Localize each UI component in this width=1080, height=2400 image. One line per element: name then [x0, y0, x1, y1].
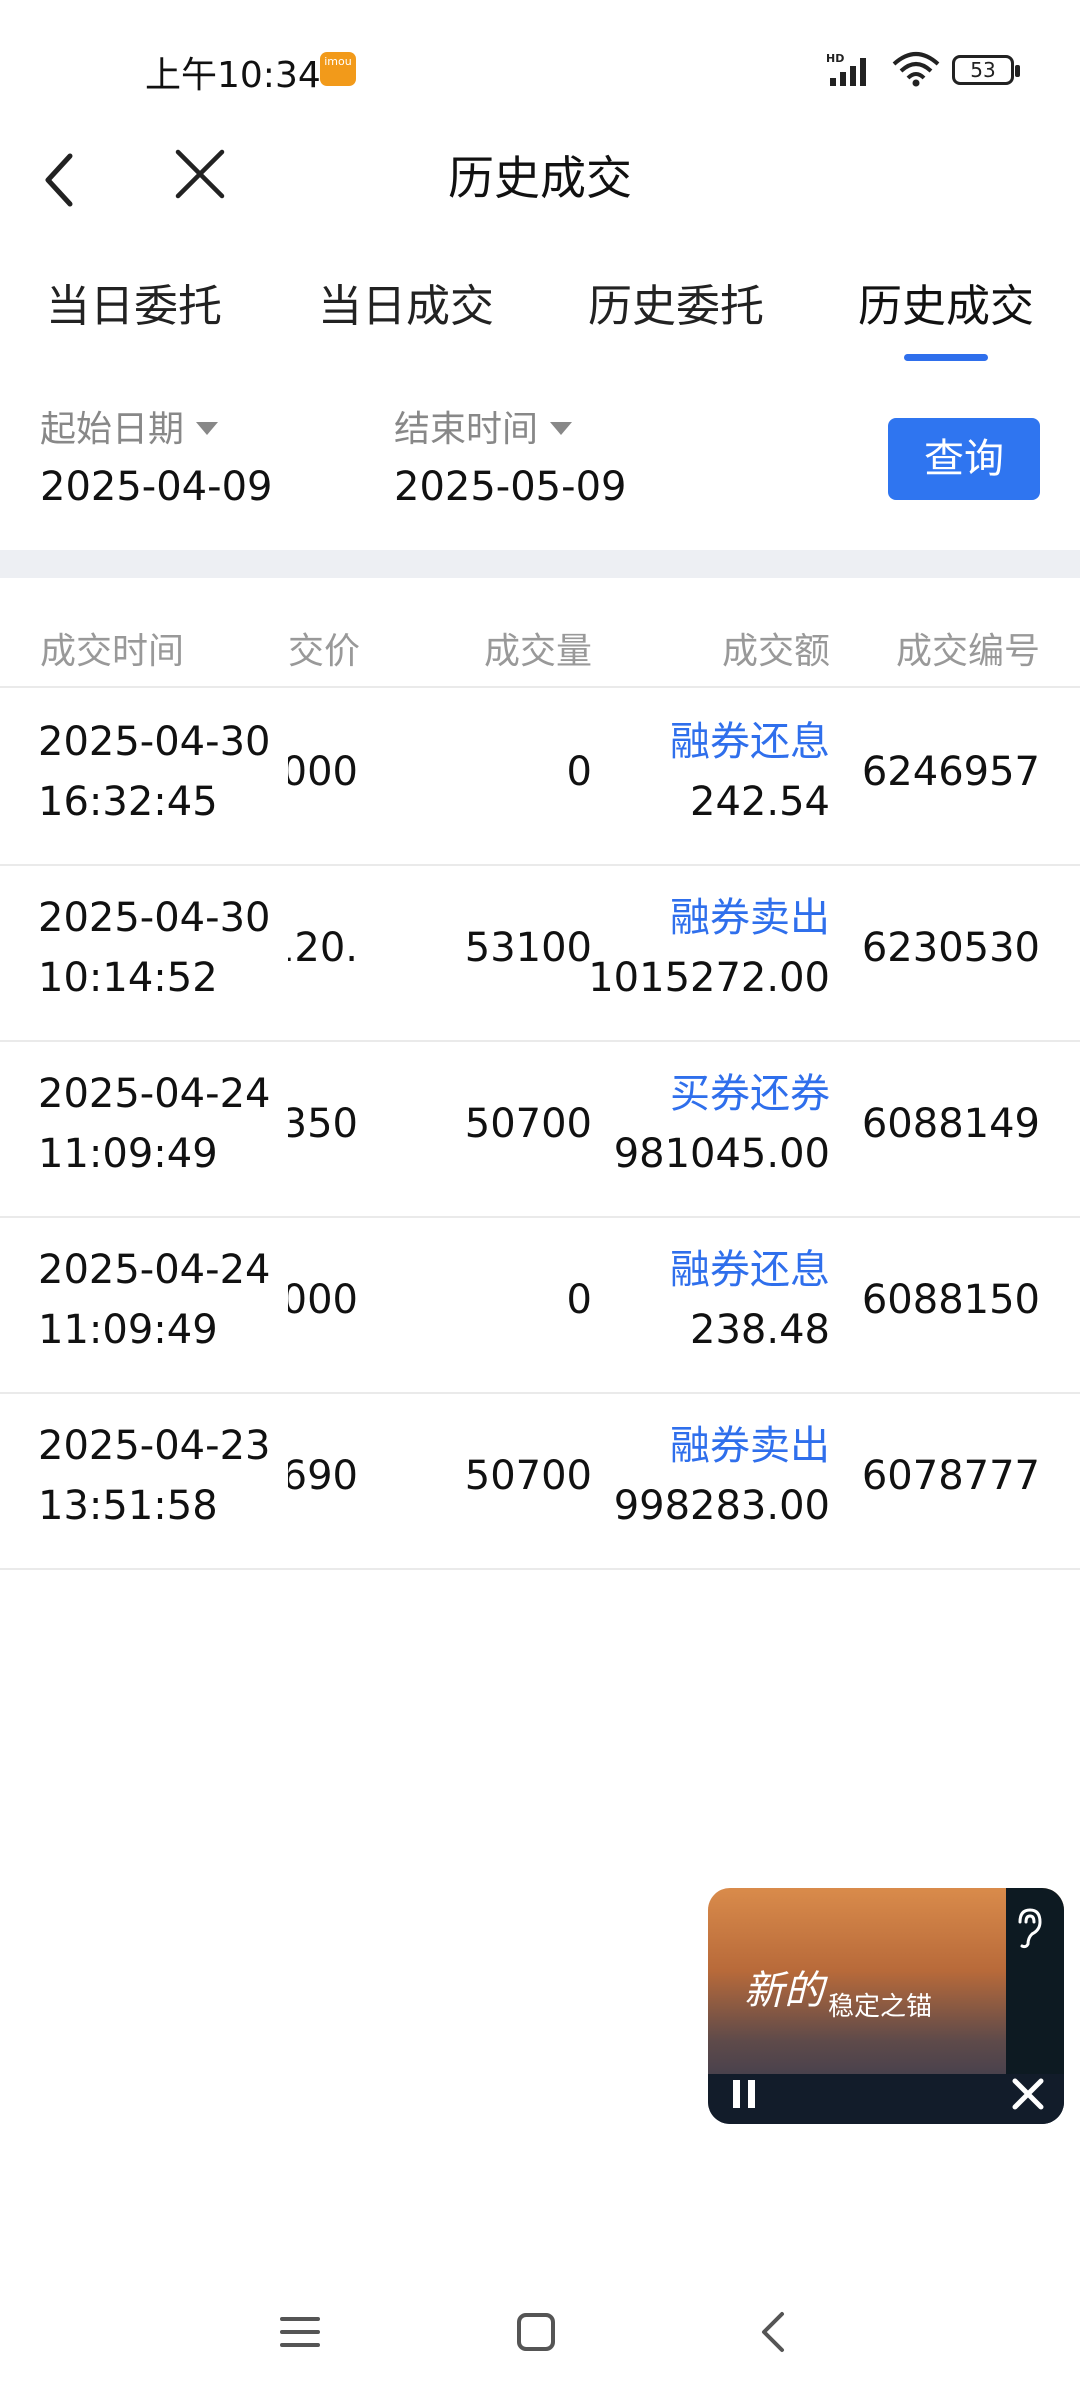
home-icon[interactable]	[514, 2310, 558, 2354]
trade-no: 6088150	[861, 1277, 1040, 1323]
video-title-big: 新的	[744, 1968, 824, 2014]
tab-today-trades[interactable]: 当日成交	[318, 270, 494, 334]
header-trade-no: 成交编号	[895, 631, 1040, 672]
section-divider	[0, 550, 1080, 578]
trade-type: 买券还券	[670, 1071, 830, 1117]
trade-type: 融券还息	[670, 719, 830, 765]
header-trade-amount: 成交额	[721, 631, 830, 672]
tab-history-trades[interactable]: 历史成交	[858, 270, 1034, 334]
trade-qty: 53100	[464, 925, 592, 971]
trade-time: 2025-04-30 10:14:52	[38, 895, 271, 1001]
trade-amount: 融券卖出 998283.00	[613, 1423, 830, 1529]
active-tab-indicator	[904, 354, 988, 361]
tab-today-orders[interactable]: 当日委托	[46, 270, 222, 334]
trade-price: 690	[288, 1453, 358, 1499]
video-close-icon[interactable]	[1010, 2076, 1046, 2112]
trade-no: 6088149	[861, 1101, 1040, 1147]
end-date-label: 结束时间	[394, 409, 539, 450]
header-trade-price: 交价	[288, 631, 361, 672]
trade-qty: 50700	[464, 1453, 592, 1499]
ear-icon[interactable]	[1012, 1906, 1046, 1950]
trade-price: 000	[288, 1277, 358, 1323]
battery-icon: 53	[952, 55, 1020, 85]
trade-time: 2025-04-24 11:09:49	[38, 1247, 271, 1353]
trade-qty: 50700	[464, 1101, 592, 1147]
trade-type: 融券还息	[670, 1247, 830, 1293]
trade-qty: 0	[566, 1277, 592, 1323]
trade-amount: 融券还息 242.54	[670, 719, 830, 825]
trade-type: 融券卖出	[670, 895, 830, 941]
trade-amount: 融券还息 238.48	[670, 1247, 830, 1353]
cellular-signal-icon: HD	[826, 52, 866, 86]
video-title-small: 稳定之锚	[828, 1992, 933, 2022]
table-row[interactable]: 2025-04-3010:14:52 .120 53100 融券卖出101527…	[0, 864, 1080, 1042]
tab-history-orders[interactable]: 历史委托	[588, 270, 764, 334]
dropdown-caret-icon	[550, 421, 573, 435]
table-row[interactable]: 2025-04-23 13:51:58 690 50700 融券卖出 998283.…	[0, 1392, 1080, 1570]
dropdown-caret-icon	[196, 421, 219, 435]
trade-time: 2025-04-24 11:09:49	[38, 1071, 271, 1177]
end-date-picker[interactable]: 结束时间	[394, 400, 573, 452]
query-button[interactable]: 查询	[888, 418, 1040, 500]
wifi-icon	[892, 52, 940, 87]
pause-icon[interactable]	[730, 2078, 758, 2110]
trade-price: 350	[288, 1101, 358, 1147]
end-date-value[interactable]: 2025-05-09	[394, 464, 626, 510]
trade-qty: 0	[566, 749, 592, 795]
floating-video-player[interactable]: 新的 稳定之锚	[708, 1888, 1064, 2124]
start-date-picker[interactable]: 起始日期	[40, 400, 219, 452]
trade-price: 000	[288, 749, 358, 795]
trade-time: 2025-04-30 16:32:45	[38, 719, 271, 825]
page-title: 历史成交	[448, 151, 632, 205]
trade-price: .120	[288, 925, 358, 971]
trade-no: 6230530	[861, 925, 1040, 971]
table-row[interactable]: 2025-04-24 11:09:49 000 0 融券还息 238.48 6088…	[0, 1216, 1080, 1394]
start-date-label: 起始日期	[40, 409, 185, 450]
status-time: 上午10:34	[145, 55, 321, 96]
start-date-value[interactable]: 2025-04-09	[40, 464, 272, 510]
trade-no: 6246957	[861, 749, 1040, 795]
menu-icon[interactable]	[278, 2310, 322, 2354]
trade-no: 6078777	[861, 1453, 1040, 1499]
table-row[interactable]: 2025-04-24 11:09:49 350 50700 买券还券 981045.…	[0, 1040, 1080, 1218]
trade-type: 融券卖出	[670, 1423, 830, 1469]
system-back-icon[interactable]	[752, 2310, 796, 2354]
header-trade-time: 成交时间	[40, 631, 185, 672]
trade-amount: 融券卖出 1015272.00	[588, 895, 830, 1001]
trade-time: 2025-04-23 13:51:58	[38, 1423, 271, 1529]
table-row[interactable]: 2025-04-30 16:32:45 000 0 融券还息 242.54 6246…	[0, 688, 1080, 866]
imou-app-icon: imou	[320, 52, 356, 86]
trade-amount: 买券还券 981045.00	[613, 1071, 830, 1177]
header-trade-qty: 成交量	[483, 631, 592, 672]
svg-text:HD: HD	[826, 52, 844, 65]
